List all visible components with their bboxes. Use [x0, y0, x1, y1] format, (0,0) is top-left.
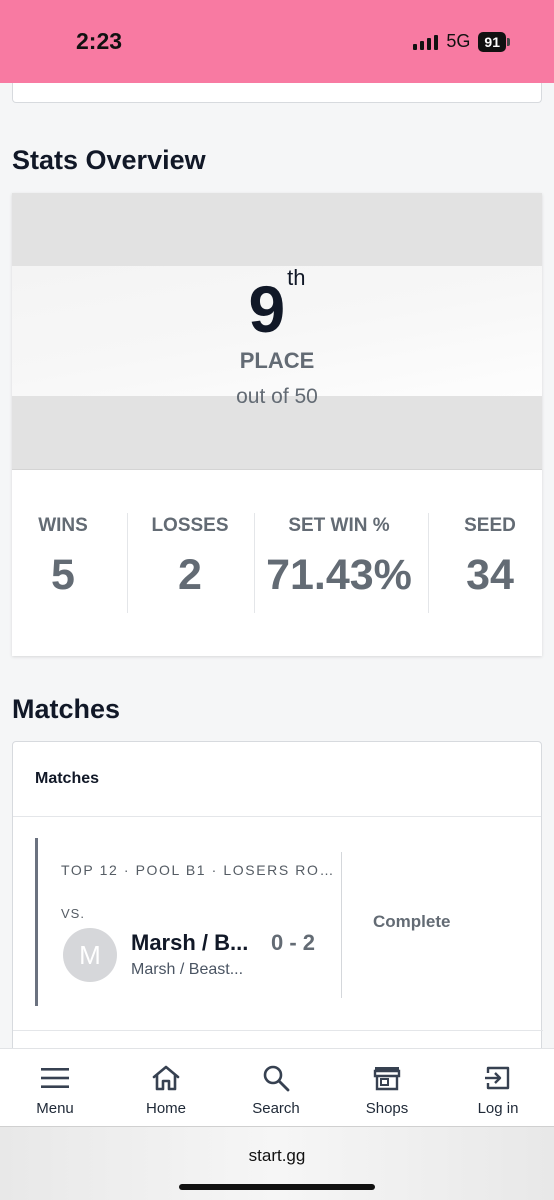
nav-login[interactable]: Log in [458, 1063, 538, 1117]
nav-shops[interactable]: Shops [347, 1063, 427, 1117]
stat-value: 71.43% [266, 551, 412, 599]
stats-overview-card: 9th PLACE out of 50 WINS 5 LOSSES 2 SET … [12, 193, 542, 656]
placement-banner: 9th PLACE out of 50 [12, 193, 542, 470]
stat-set-win-percent: SET WIN % 71.43% [256, 515, 422, 600]
stat-label: SET WIN % [288, 515, 390, 536]
stat-seed: SEED 34 [440, 515, 540, 600]
stat-losses: LOSSES 2 [138, 515, 242, 600]
url-bar[interactable]: start.gg [0, 1146, 554, 1166]
opponent-name[interactable]: Marsh / B... [131, 930, 248, 956]
login-icon [458, 1063, 538, 1093]
matches-card-header: Matches [13, 742, 541, 817]
opponent-subtitle: Marsh / Beast... [131, 961, 244, 978]
network-type: 5G [446, 31, 471, 51]
match-score: 0 - 2 [271, 930, 316, 955]
opponent-avatar: M [63, 928, 117, 982]
match-status: Complete [373, 912, 451, 931]
status-indicators: 5G 91 [413, 31, 510, 52]
nav-label: Menu [36, 1100, 74, 1117]
previous-card-edge [12, 83, 542, 103]
status-time: 2:23 [76, 28, 123, 54]
stat-value: 2 [178, 551, 202, 599]
stats-overview-title: Stats Overview [12, 145, 206, 175]
nav-label: Shops [365, 1100, 409, 1117]
nav-label: Home [145, 1100, 186, 1117]
menu-icon [15, 1063, 95, 1093]
match-item[interactable]: TOP 12 · POOL B1 · LOSERS ROUND 1 VS. M … [35, 838, 525, 1008]
nav-search[interactable]: Search [236, 1063, 316, 1117]
nav-label: Log in [477, 1100, 519, 1117]
matches-title: Matches [12, 694, 121, 724]
battery-icon: 91 [478, 31, 510, 52]
placement-number: 9th [12, 265, 542, 347]
shop-icon [347, 1063, 427, 1093]
bottom-navigation: Menu Home Search Shops Log in [0, 1048, 554, 1126]
stat-wins: WINS 5 [14, 515, 112, 600]
matches-card: Matches TOP 12 · POOL B1 · LOSERS ROUND … [12, 741, 543, 1048]
stat-value: 34 [466, 551, 514, 599]
search-icon [236, 1063, 316, 1093]
nav-label: Search [252, 1100, 300, 1117]
match-round-info: TOP 12 · POOL B1 · LOSERS ROUND 1 [61, 862, 343, 878]
placement-label: PLACE [239, 348, 315, 373]
placement-suffix: th [287, 265, 306, 290]
match-status-bar [35, 838, 38, 1006]
page-content[interactable]: Stats Overview 9th PLACE out of 50 WINS … [0, 83, 554, 1048]
stat-label: LOSSES [151, 515, 229, 536]
battery-level: 91 [478, 31, 506, 52]
home-indicator[interactable] [179, 1184, 375, 1190]
stat-label: SEED [464, 515, 516, 536]
browser-bar: start.gg [0, 1126, 554, 1200]
stat-label: WINS [38, 515, 88, 536]
status-bar: 2:23 5G 91 [0, 0, 554, 83]
placement-value: 9 [248, 272, 286, 346]
match-vs-label: VS. [61, 906, 85, 921]
nav-menu[interactable]: Menu [15, 1063, 95, 1117]
stat-value: 5 [51, 551, 75, 599]
home-icon [126, 1063, 206, 1093]
nav-home[interactable]: Home [126, 1063, 206, 1117]
placement-out-of: out of 50 [236, 385, 318, 408]
signal-icon [413, 34, 439, 50]
